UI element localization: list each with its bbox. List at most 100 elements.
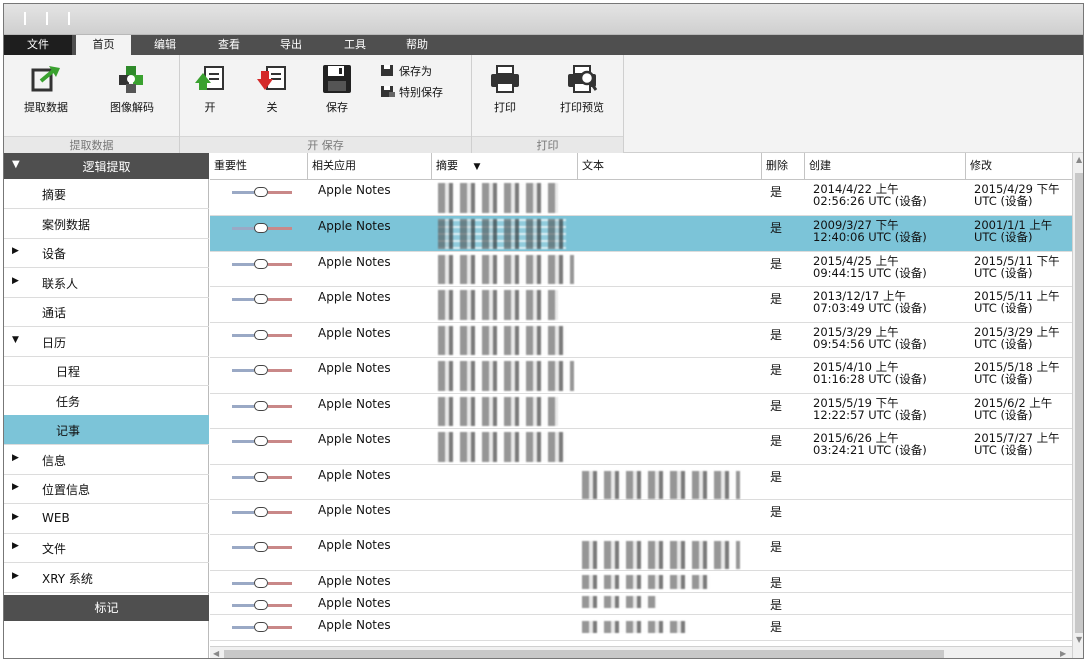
table-row[interactable]: Apple Notes 是 (210, 535, 1072, 571)
collapse-arrow-icon[interactable]: ▼ (12, 335, 19, 345)
importance-slider[interactable] (232, 259, 292, 269)
table-row[interactable]: Apple Notes 是 2015/6/26 上午 03:24:21 UTC (设备… (210, 429, 1072, 465)
vertical-scroll-thumb[interactable] (1075, 173, 1083, 633)
save-as-button[interactable]: 保存为 (380, 64, 432, 80)
importance-slider[interactable] (232, 187, 292, 197)
app-cell: Apple Notes (318, 503, 391, 517)
special-save-button[interactable]: 特别保存 (380, 85, 443, 101)
horizontal-scroll-thumb[interactable] (224, 650, 944, 658)
table-row[interactable]: Apple Notes 是 (210, 500, 1072, 535)
table-row[interactable]: Apple Notes 是 (210, 615, 1072, 641)
table-row[interactable]: Apple Notes 是 2009/3/27 下午 12:40:06 UTC (设备… (210, 216, 1072, 252)
scroll-right-icon[interactable]: ▶ (1060, 649, 1066, 658)
sidebar-item[interactable]: 记事 (4, 415, 209, 445)
ribbon-group-print: 打印 打印预览 打印 (472, 55, 624, 153)
puzzle-gear-icon (119, 66, 143, 93)
expand-arrow-icon[interactable]: ▶ (12, 541, 19, 551)
print-label: 打印 (494, 101, 516, 114)
table-row[interactable]: Apple Notes 是 2015/5/19 下午 12:22:57 UTC (设备… (210, 394, 1072, 429)
menu-file[interactable]: 文件 (4, 35, 72, 55)
menu-edit[interactable]: 编辑 (140, 35, 190, 55)
modified-time-cell: UTC (设备) (974, 301, 1033, 315)
column-header-summary[interactable]: 摘要 ▼ (432, 153, 578, 179)
expand-arrow-icon[interactable]: ▶ (12, 571, 19, 581)
horizontal-scrollbar[interactable]: ◀ ▶ (210, 646, 1072, 658)
quick-access-icon[interactable] (68, 12, 70, 25)
special-save-icon (381, 86, 395, 97)
sidebar-item[interactable]: 日程 (4, 356, 209, 386)
importance-slider[interactable] (232, 436, 292, 446)
table-row[interactable]: Apple Notes 是 2014/4/22 上午 02:56:26 UTC (设备… (210, 180, 1072, 216)
expand-arrow-icon[interactable]: ▶ (12, 482, 19, 492)
table-row[interactable]: Apple Notes 是 (210, 465, 1072, 500)
expand-arrow-icon[interactable]: ▶ (12, 246, 19, 256)
sidebar-header-logical-extraction[interactable]: ▼ 逻辑提取 (4, 153, 209, 179)
app-cell: Apple Notes (318, 596, 391, 610)
column-header-app[interactable]: 相关应用 (308, 153, 432, 179)
menu-tools[interactable]: 工具 (330, 35, 380, 55)
expand-arrow-icon[interactable]: ▶ (12, 276, 19, 286)
sidebar-item[interactable]: ▶ WEB (4, 504, 209, 534)
menu-bar: 文件 首页 编辑 查看 导出 工具 帮助 (4, 35, 1083, 55)
sidebar-item[interactable]: ▶ 设备 (4, 238, 209, 268)
sidebar-item[interactable]: ▶ 联系人 (4, 268, 209, 298)
importance-slider[interactable] (232, 223, 292, 233)
importance-slider[interactable] (232, 401, 292, 411)
table-row[interactable]: Apple Notes 是 2015/4/10 上午 01:16:28 UTC (设备… (210, 358, 1072, 394)
sidebar-item[interactable]: ▶ XRY 系统 (4, 563, 209, 593)
importance-slider[interactable] (232, 542, 292, 552)
menu-export[interactable]: 导出 (266, 35, 316, 55)
print-preview-label: 打印预览 (560, 101, 604, 114)
sidebar-item-label: 位置信息 (42, 483, 91, 497)
importance-slider[interactable] (232, 330, 292, 340)
sidebar-item[interactable]: 摘要 (4, 179, 209, 209)
app-cell: Apple Notes (318, 361, 391, 375)
table-row[interactable]: Apple Notes 是 (210, 593, 1072, 615)
sidebar-item[interactable]: ▼ 日历 (4, 327, 209, 357)
modified-time-cell: UTC (设备) (974, 266, 1033, 280)
importance-slider[interactable] (232, 507, 292, 517)
column-header-text[interactable]: 文本 (578, 153, 762, 179)
table-row[interactable]: Apple Notes 是 2013/12/17 上午 07:03:49 UTC (设… (210, 287, 1072, 323)
importance-slider[interactable] (232, 294, 292, 304)
column-header-deleted[interactable]: 删除 (762, 153, 805, 179)
sidebar-item[interactable]: 通话 (4, 297, 209, 327)
menu-view[interactable]: 查看 (204, 35, 254, 55)
deleted-cell: 是 (770, 505, 783, 519)
scroll-left-icon[interactable]: ◀ (213, 649, 219, 658)
sidebar-footer-tags[interactable]: 标记 (4, 595, 209, 621)
importance-slider[interactable] (232, 600, 292, 610)
scroll-up-icon[interactable]: ▲ (1076, 155, 1082, 164)
sidebar-item[interactable]: ▶ 信息 (4, 445, 209, 475)
sidebar-item[interactable]: 案例数据 (4, 209, 209, 239)
scroll-down-icon[interactable]: ▼ (1076, 635, 1082, 644)
deleted-cell: 是 (770, 540, 783, 554)
table-row[interactable]: Apple Notes 是 2015/4/25 上午 09:44:15 UTC (设备… (210, 252, 1072, 287)
column-header-modified[interactable]: 修改 (966, 153, 1072, 179)
expand-arrow-icon[interactable]: ▶ (12, 453, 19, 463)
importance-slider[interactable] (232, 472, 292, 482)
quick-access-icon[interactable] (46, 12, 48, 25)
sidebar-item[interactable]: ▶ 文件 (4, 533, 209, 563)
table-row[interactable]: Apple Notes 是 (210, 571, 1072, 593)
save-as-icon (381, 65, 393, 76)
app-cell: Apple Notes (318, 183, 391, 197)
created-time-cell: 03:24:21 UTC (设备) (813, 443, 927, 457)
sidebar-item[interactable]: ▶ 位置信息 (4, 474, 209, 504)
vertical-scrollbar[interactable]: ▲ ▼ (1072, 153, 1083, 658)
modified-time-cell: UTC (设备) (974, 443, 1033, 457)
open-file-icon (195, 66, 224, 90)
importance-slider[interactable] (232, 578, 292, 588)
sidebar-item[interactable]: 任务 (4, 386, 209, 416)
table-row[interactable]: Apple Notes 是 2015/3/29 上午 09:54:56 UTC (设备… (210, 323, 1072, 358)
importance-slider[interactable] (232, 365, 292, 375)
importance-slider[interactable] (232, 622, 292, 632)
menu-help[interactable]: 帮助 (392, 35, 442, 55)
column-header-importance[interactable]: 重要性 (210, 153, 308, 179)
quick-access-icon[interactable] (24, 12, 26, 25)
save-label: 保存 (326, 101, 348, 114)
sidebar-item-label: 文件 (42, 542, 67, 556)
column-header-created[interactable]: 创建 (805, 153, 966, 179)
menu-home[interactable]: 首页 (76, 35, 131, 55)
expand-arrow-icon[interactable]: ▶ (12, 512, 19, 522)
